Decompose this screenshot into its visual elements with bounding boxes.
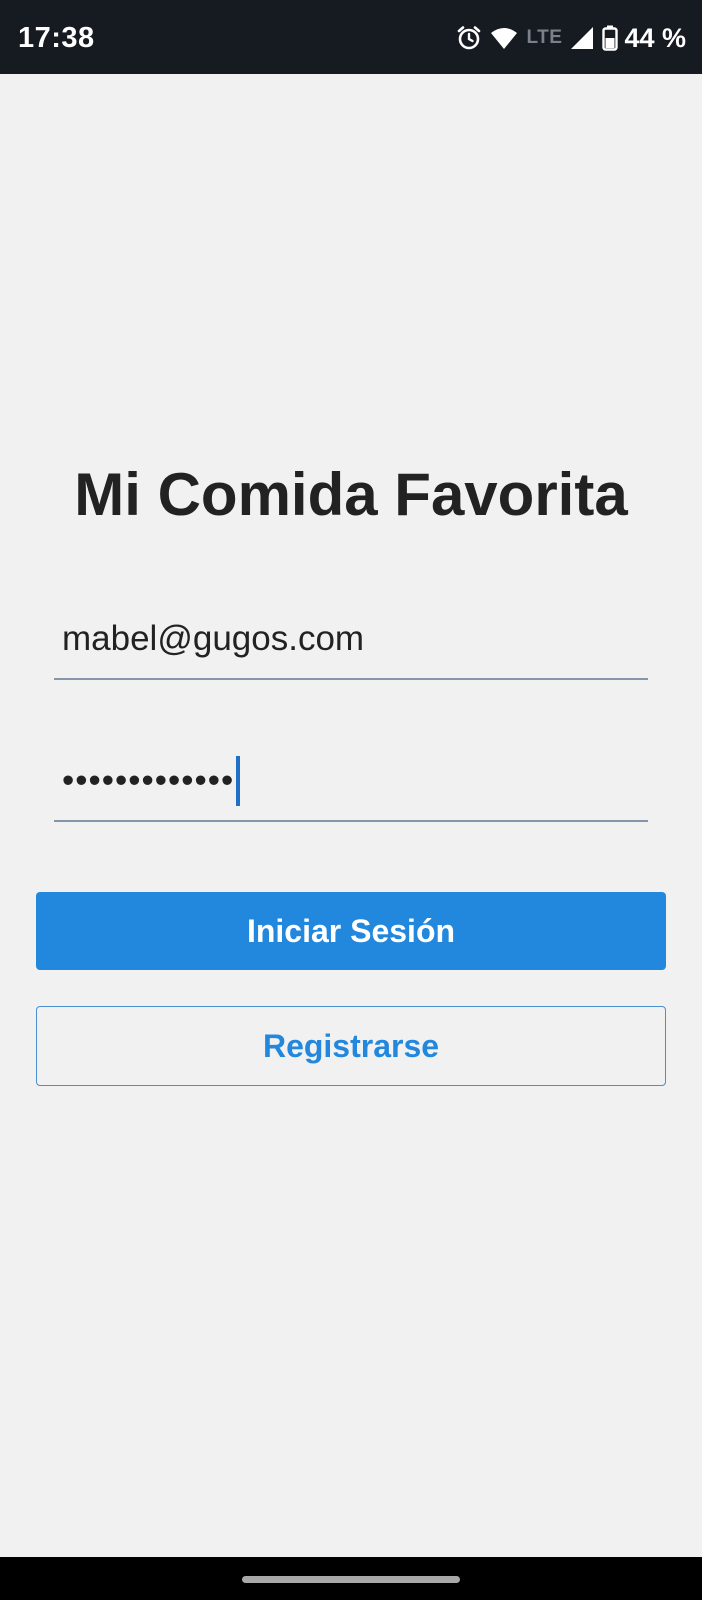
register-button-label: Registrarse	[262, 1027, 440, 1064]
status-icons: LTE 44 %	[456, 22, 686, 53]
battery-icon	[602, 25, 619, 51]
password-field[interactable]: •••••••••••••	[54, 750, 648, 822]
app-title: Mi Comida Favorita	[74, 461, 628, 528]
signal-icon	[570, 26, 594, 50]
status-time: 17:38	[18, 22, 95, 54]
home-gesture-handle[interactable]	[242, 1576, 460, 1583]
alarm-icon	[456, 25, 482, 51]
network-type-label: LTE	[526, 27, 563, 48]
password-masked-value: •••••••••••••	[62, 761, 235, 800]
register-button[interactable]: Registrarse	[36, 1006, 666, 1086]
email-input[interactable]	[62, 614, 622, 664]
email-field[interactable]	[54, 608, 648, 680]
login-button[interactable]: Iniciar Sesión	[36, 892, 666, 970]
password-input[interactable]: •••••••••••••	[62, 756, 241, 806]
navigation-bar	[0, 1557, 702, 1600]
text-caret	[236, 756, 241, 806]
wifi-icon	[490, 26, 518, 50]
status-bar: 17:38 LTE 44 %	[0, 0, 702, 74]
battery-percent: 44 %	[624, 22, 686, 53]
login-button-label: Iniciar Sesión	[246, 912, 456, 949]
